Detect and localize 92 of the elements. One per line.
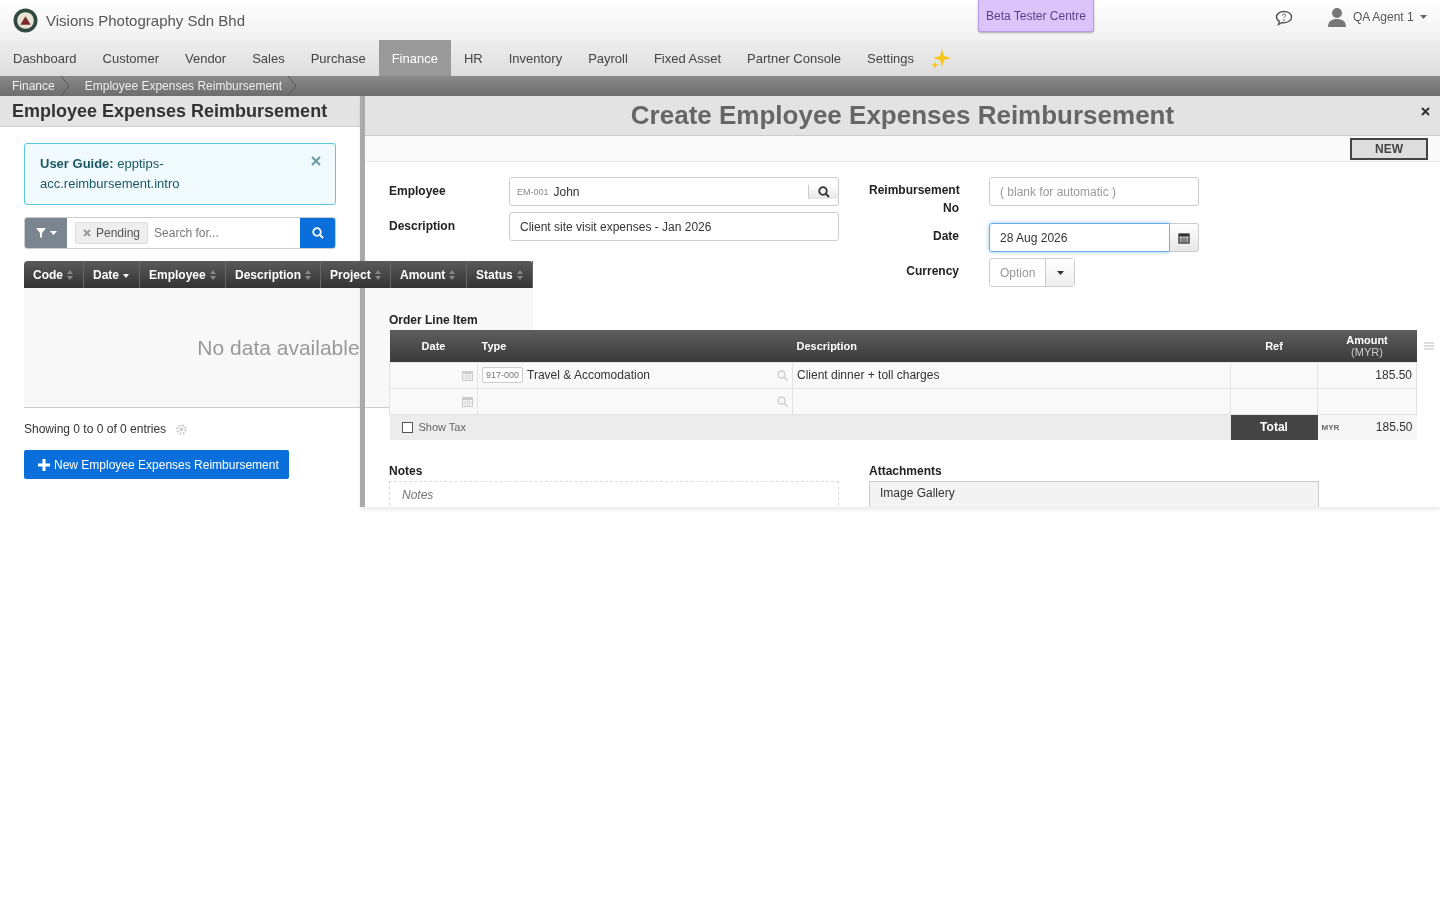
column-header: Amount (MYR) — [1317, 330, 1417, 362]
panel-title: Employee Expenses Reimbursement — [12, 100, 328, 122]
new-reimbursement-button[interactable]: New Employee Expenses Reimbursement — [24, 450, 289, 479]
type-code-tag: 917-000 — [482, 367, 524, 383]
field-label: Reimbursement No — [869, 182, 959, 217]
form-title: Create Employee Expenses Reimbursement — [630, 100, 1175, 131]
nav-tab[interactable]: Settings — [854, 40, 928, 76]
calendar-icon[interactable] — [462, 369, 473, 381]
field-label: Date — [932, 228, 959, 245]
field-label: Currency — [905, 263, 959, 280]
user-icon — [1327, 7, 1347, 27]
show-tax-checkbox[interactable]: Show Tax — [393, 420, 472, 435]
employee-code: EM-001 — [517, 186, 549, 197]
column-header: Description — [792, 330, 1231, 362]
filter-chip[interactable]: Pending — [75, 222, 149, 244]
cell-text: Travel & Accomodation — [527, 368, 650, 382]
search-icon — [817, 185, 830, 198]
search-icon[interactable] — [777, 395, 788, 407]
breadcrumb-link[interactable]: Finance — [12, 79, 55, 93]
sort-icon[interactable] — [209, 269, 216, 280]
employee-name: John — [553, 184, 580, 199]
sort-icon[interactable] — [516, 269, 523, 280]
beta-tester-button[interactable]: Beta Tester Centre — [978, 0, 1094, 32]
date-field[interactable]: 28 Aug 2026 — [989, 223, 1170, 252]
close-icon[interactable] — [1421, 107, 1430, 116]
column-header: Date — [389, 330, 478, 362]
filter-icon — [35, 228, 46, 238]
nav-tab[interactable]: Vendor — [171, 40, 240, 76]
date-cell[interactable] — [389, 362, 478, 388]
ref-cell[interactable] — [1230, 362, 1318, 388]
user-guide-text: User Guide: epptips-acc.reimbursement.intro — [40, 156, 180, 191]
breadcrumb-chevron-icon — [288, 76, 297, 96]
entries-info: Showing 0 to 0 of 0 entries — [24, 422, 167, 436]
image-gallery-tab[interactable]: Image Gallery — [869, 481, 1319, 507]
column-header: Ref — [1230, 330, 1318, 362]
nav-tab[interactable]: Dashboard — [0, 40, 90, 76]
search-field[interactable]: Search for... — [152, 225, 283, 241]
search-button[interactable] — [300, 218, 335, 248]
section-title: Order Line Item — [389, 313, 479, 327]
amount-cell[interactable]: 185.50 — [1317, 362, 1417, 388]
nav-tab[interactable]: Customer — [89, 40, 172, 76]
description-field[interactable]: Client site visit expenses - Jan 2026 — [509, 212, 839, 241]
amount-cell[interactable] — [1317, 388, 1417, 414]
settings-icon[interactable] — [176, 423, 188, 435]
menu-icon[interactable] — [1424, 342, 1434, 350]
sort-icon[interactable] — [67, 269, 73, 280]
sort-icon[interactable] — [449, 269, 456, 280]
field-label: Description — [389, 218, 456, 235]
calendar-icon — [1178, 231, 1190, 244]
description-cell[interactable] — [792, 388, 1231, 414]
remove-icon — [83, 229, 91, 237]
sort-icon[interactable] — [374, 269, 381, 280]
empty-message: No data available — [197, 335, 360, 360]
dropdown-button[interactable] — [1046, 259, 1075, 286]
new-mode-button[interactable]: NEW — [1350, 137, 1428, 160]
search-icon[interactable] — [777, 369, 788, 381]
nav-tab[interactable]: Sales — [239, 40, 298, 76]
caret-icon — [49, 231, 57, 235]
breadcrumb-chevron-icon — [60, 76, 69, 96]
notes-field[interactable]: Notes — [389, 481, 839, 507]
date-cell[interactable] — [389, 388, 478, 414]
calendar-button[interactable] — [1170, 223, 1199, 252]
filter-button[interactable] — [25, 218, 67, 248]
type-cell[interactable] — [477, 388, 793, 414]
nav-tab[interactable]: HR — [450, 40, 496, 76]
breadcrumb-link[interactable]: Employee Expenses Reimbursement — [84, 79, 283, 93]
caret-icon — [1056, 270, 1064, 275]
section-title: Notes — [389, 464, 424, 478]
field-label: Employee — [389, 183, 447, 200]
logo-icon — [13, 7, 38, 33]
lookup-button[interactable] — [808, 184, 838, 199]
calendar-icon[interactable] — [462, 395, 473, 407]
plus-icon — [38, 458, 50, 471]
company-name: Visions Photography Sdn Bhd — [46, 11, 246, 29]
nav-tab[interactable]: Partner Console — [734, 40, 855, 76]
employee-field[interactable]: EM-001 John — [509, 177, 839, 206]
total-amount: 185.50 — [1375, 420, 1413, 435]
nav-tab[interactable]: Purchase — [297, 40, 379, 76]
description-cell[interactable]: Client dinner + toll charges — [792, 362, 1231, 388]
caret-icon — [1419, 15, 1427, 19]
sort-icon[interactable] — [305, 269, 311, 280]
ref-cell[interactable] — [1230, 388, 1318, 414]
chat-icon[interactable] — [1275, 10, 1293, 26]
nav-tab[interactable]: Fixed Asset — [640, 40, 735, 76]
nav-tab[interactable]: Payroll — [575, 40, 641, 76]
column-header: Type — [477, 330, 793, 362]
user-menu[interactable]: QA Agent 1 — [1327, 7, 1427, 27]
currency-code: MYR — [1321, 422, 1340, 432]
type-cell[interactable]: 917-000 Travel & Accomodation — [477, 362, 793, 388]
nav-tab[interactable]: Inventory — [495, 40, 576, 76]
search-icon — [311, 227, 324, 239]
section-title: Attachments — [869, 464, 943, 478]
